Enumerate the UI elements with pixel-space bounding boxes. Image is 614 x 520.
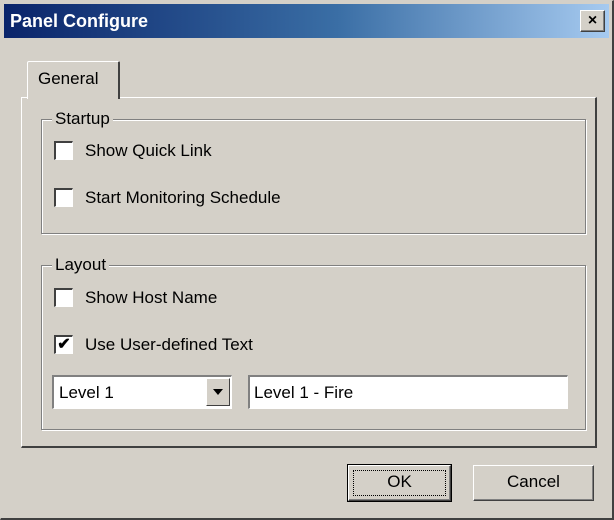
level-select-value: Level 1 <box>59 383 114 402</box>
use-user-defined-text-option[interactable]: ✔ Use User-defined Text <box>54 334 314 356</box>
startup-groupbox: Startup <box>41 108 586 234</box>
checkmark-icon: ✔ <box>57 336 71 353</box>
level-select-dropdown-button[interactable] <box>206 378 230 406</box>
close-button[interactable]: × <box>580 10 605 32</box>
close-icon: × <box>587 12 598 29</box>
use-user-defined-text-label: Use User-defined Text <box>85 335 253 354</box>
show-quick-link-option[interactable]: Show Quick Link <box>54 140 314 162</box>
layout-group-label: Layout <box>52 254 110 276</box>
window-title: Panel Configure <box>10 11 149 31</box>
use-user-defined-text-checkbox[interactable]: ✔ <box>54 335 73 354</box>
start-monitoring-schedule-option[interactable]: Start Monitoring Schedule <box>54 187 354 209</box>
tab-general[interactable]: General <box>27 61 120 99</box>
show-quick-link-label: Show Quick Link <box>85 141 212 160</box>
level-select[interactable]: Level 1 <box>52 375 232 409</box>
tab-general-label: General <box>38 69 99 88</box>
dialog-window: Panel Configure × General Startup Show Q… <box>0 0 614 520</box>
start-monitoring-schedule-checkbox[interactable] <box>54 188 73 207</box>
show-host-name-option[interactable]: Show Host Name <box>54 287 314 309</box>
show-quick-link-checkbox[interactable] <box>54 141 73 160</box>
startup-group-label: Startup <box>52 108 113 130</box>
chevron-down-icon <box>213 389 223 395</box>
user-defined-text-input[interactable] <box>248 375 568 409</box>
show-host-name-checkbox[interactable] <box>54 288 73 307</box>
start-monitoring-schedule-label: Start Monitoring Schedule <box>85 188 281 207</box>
ok-button[interactable]: OK <box>347 464 452 502</box>
title-bar[interactable]: Panel Configure × <box>4 4 609 38</box>
ok-button-label: OK <box>387 472 412 491</box>
show-host-name-label: Show Host Name <box>85 288 218 307</box>
cancel-button[interactable]: Cancel <box>473 465 594 501</box>
cancel-button-label: Cancel <box>507 472 560 491</box>
